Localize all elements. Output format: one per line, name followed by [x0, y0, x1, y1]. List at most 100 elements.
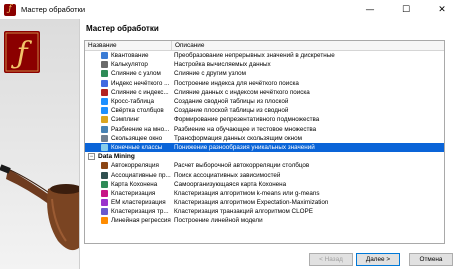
minimize-button[interactable]: — [352, 0, 388, 19]
cancel-button[interactable]: Отмена [409, 253, 453, 266]
list-body: Квантование Преобразование непрерывных зн… [85, 51, 444, 226]
list-item-name: Кластеризация [111, 189, 156, 197]
list-item-name-cell: Разбиение на мно... [85, 125, 172, 133]
wizard-banner-image: ƒ [0, 19, 80, 269]
list-item-description: Преобразование непрерывных значений в ди… [174, 52, 335, 60]
list-item-name-cell: Свёртка столбцов [85, 107, 172, 115]
handlers-list[interactable]: Название Описание Квантование Преобразова… [84, 40, 445, 244]
list-item-name-cell: Калькулятор [85, 61, 172, 69]
list-item[interactable]: Разбиение на мно... Разбиение на обучающе… [85, 125, 444, 134]
list-item[interactable]: Слияние с узлом Слияние с другим узлом [85, 69, 444, 78]
list-item-name: Автокорреляция [111, 162, 159, 170]
list-item-description: Трансформация данных скользящим окном [174, 134, 302, 142]
list-item-name: Индекс нечёткого ... [111, 79, 170, 87]
split-icon [101, 125, 108, 133]
list-item-name-cell: Кросс-таблица [85, 98, 172, 106]
back-button[interactable]: < Назад [309, 253, 353, 266]
list-item-description: Построение индекса для нечёткого поиска [174, 79, 299, 87]
list-item-description: Понижение разнообразия уникальных значен… [174, 143, 315, 151]
pipe-illustration: ƒ [0, 31, 79, 251]
list-item-name: Линейная регрессия [111, 217, 171, 225]
column-header-description[interactable]: Описание [172, 41, 444, 50]
list-item[interactable]: Индекс нечёткого ... Построение индекса д… [85, 79, 444, 88]
fuzzy-index-icon [101, 79, 108, 87]
group-label: Data Mining [98, 153, 135, 161]
list-item[interactable]: Сэмплинг Формирование репрезентативного п… [85, 115, 444, 124]
crosstab-icon [101, 98, 108, 106]
group-data-mining[interactable]: − Data Mining [85, 152, 444, 161]
collapse-toggle-icon[interactable]: − [88, 153, 95, 161]
quantize-icon [101, 52, 108, 60]
window-title: Мастер обработки [21, 5, 86, 14]
list-item-name-cell: Индекс нечёткого ... [85, 79, 172, 87]
autocorrelation-icon [101, 162, 108, 170]
next-button[interactable]: Далее > [356, 253, 400, 266]
wizard-header: Мастер обработки [81, 19, 460, 37]
list-item-description: Кластеризация алгоритмом Expectation-Max… [174, 199, 329, 207]
list-item-name: Ассоциативные пр... [111, 171, 171, 179]
wizard-title: Мастер обработки [86, 23, 159, 33]
list-item-name-cell: Карта Кохонена [85, 180, 172, 188]
list-item-name: Кластеризация тр... [111, 208, 169, 216]
list-item-name: Слияние с узлом [111, 70, 161, 78]
list-item-name-cell: Автокорреляция [85, 162, 172, 170]
list-item-description: Формирование репрезентативного подмножес… [174, 116, 320, 124]
column-header-name[interactable]: Название [85, 41, 172, 50]
list-item[interactable]: Кластеризация Кластеризация алгоритмом k-… [85, 189, 444, 198]
transaction-clustering-icon [101, 208, 108, 216]
list-item[interactable]: Калькулятор Настройка вычисляемых данных [85, 60, 444, 69]
association-icon [101, 171, 108, 179]
list-item-name-cell: Кластеризация [85, 189, 172, 197]
list-item-name-cell: Линейная регрессия [85, 217, 172, 225]
maximize-button[interactable]: ☐ [388, 0, 424, 19]
list-item-name-cell: Ассоциативные пр... [85, 171, 172, 179]
list-item[interactable]: Карта Кохонена Самоорганизующаяся карта К… [85, 180, 444, 189]
list-item-name-cell: Сэмплинг [85, 116, 172, 124]
list-item-name: Сэмплинг [111, 116, 140, 124]
list-item[interactable]: Скользящее окно Трансформация данных скол… [85, 134, 444, 143]
list-item-name: Кросс-таблица [111, 98, 155, 106]
list-item-name-cell: Скользящее окно [85, 134, 172, 142]
list-item-description: Создание плоской таблицы из сводной [174, 107, 289, 115]
list-item[interactable]: Автокорреляция Расчет выборочной автокорр… [85, 161, 444, 170]
list-item[interactable]: Свёртка столбцов Создание плоской таблицы… [85, 106, 444, 115]
calculator-icon [101, 61, 108, 69]
linear-regression-icon [101, 217, 108, 225]
list-item-name-cell: Конечные классы [85, 143, 172, 151]
unpivot-icon [101, 107, 108, 115]
list-item[interactable]: Линейная регрессия Построение линейной мо… [85, 216, 444, 225]
list-item-name-cell: EM кластеризация [85, 199, 172, 207]
list-item-description: Расчет выборочной автокорреляции столбцо… [174, 162, 310, 170]
list-item-description: Кластеризация алгоритмом k-means или g-m… [174, 189, 320, 197]
kohonen-icon [101, 180, 108, 188]
list-item-description: Самоорганизующаяся карта Кохонена [174, 180, 287, 188]
clustering-icon [101, 189, 108, 197]
list-item-description: Разбиение на обучающее и тестовое множес… [174, 125, 317, 133]
list-item[interactable]: Слияние с индекс... Слияние данных с инде… [85, 88, 444, 97]
list-item-description: Поиск ассоциативных зависимостей [174, 171, 281, 179]
list-item[interactable]: Кросс-таблица Создание сводной таблицы из… [85, 97, 444, 106]
close-button[interactable]: ✕ [424, 0, 460, 19]
list-item-description: Слияние с другим узлом [174, 70, 246, 78]
list-item[interactable]: Конечные классы Понижение разнообразия ун… [85, 142, 444, 153]
sliding-window-icon [101, 134, 108, 142]
list-item-description: Кластеризация транзакций алгоритмом CLOP… [174, 208, 313, 216]
list-item-name: EM кластеризация [111, 199, 166, 207]
list-item-name: Карта Кохонена [111, 180, 158, 188]
list-item[interactable]: Кластеризация тр... Кластеризация транзак… [85, 207, 444, 216]
list-item[interactable]: Ассоциативные пр... Поиск ассоциативных з… [85, 170, 444, 179]
title-bar: ƒ Мастер обработки — ☐ ✕ [0, 0, 460, 19]
list-item-name-cell: Слияние с узлом [85, 70, 172, 78]
list-item-description: Слияние данных с индексом нечёткого поис… [174, 88, 310, 96]
sampling-icon [101, 116, 108, 124]
list-item-name-cell: Кластеризация тр... [85, 208, 172, 216]
list-item[interactable]: Квантование Преобразование непрерывных зн… [85, 51, 444, 60]
list-item-name: Калькулятор [111, 61, 148, 69]
app-logo-icon: ƒ [4, 3, 16, 16]
merge-index-icon [101, 88, 108, 96]
list-item-name: Конечные классы [111, 143, 163, 151]
list-item-description: Создание сводной таблицы из плоской [174, 98, 289, 106]
list-item-name: Квантование [111, 52, 149, 60]
list-item-name: Слияние с индекс... [111, 88, 169, 96]
list-item[interactable]: EM кластеризация Кластеризация алгоритмом… [85, 198, 444, 207]
